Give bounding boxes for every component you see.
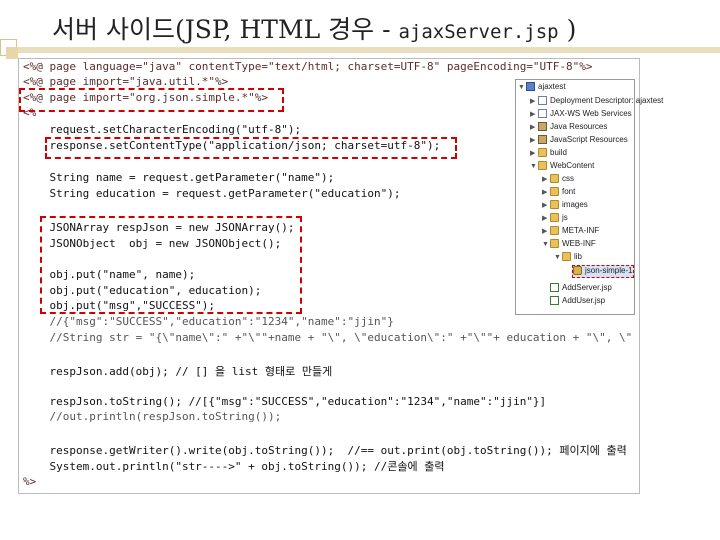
expand-arrow-icon[interactable]: ▶: [542, 175, 550, 183]
expand-arrow-icon[interactable]: ▼: [530, 163, 538, 170]
code-line: //out.println(respJson.toString());: [23, 410, 282, 423]
expand-arrow-icon[interactable]: ▶: [530, 149, 538, 157]
folder-icon: [550, 213, 559, 223]
tree-item-adduser-jsp[interactable]: AddUser.jsp: [550, 296, 605, 309]
slide-title: 서버 사이드(JSP, HTML 경우 - ajaxServer.jsp ): [52, 10, 576, 46]
code-line: request.setCharacterEncoding("utf-8");: [23, 123, 302, 136]
tree-item-label: AddServer.jsp: [562, 283, 612, 292]
title-underline-bar: [18, 47, 720, 53]
code-line: //String str = "{\"name\":" +"\""+name +…: [23, 331, 633, 344]
code-line: System.out.println("str---->" + obj.toSt…: [23, 460, 445, 473]
highlight-json-import: [19, 88, 284, 112]
tree-item-label: lib: [574, 252, 583, 261]
folder-icon: [550, 226, 559, 236]
code-line: String education = request.getParameter(…: [23, 187, 401, 200]
slide-title-close: ): [558, 15, 577, 44]
expand-arrow-icon[interactable]: ▶: [542, 188, 550, 196]
tree-item-jaxws[interactable]: ▶ JAX-WS Web Services: [530, 109, 632, 122]
tree-item-javascript-resources[interactable]: ▶ JavaScript Resources: [530, 135, 628, 148]
expand-arrow-icon[interactable]: ▼: [542, 241, 550, 248]
expand-arrow-icon[interactable]: ▶: [542, 214, 550, 222]
title-decoration-square-filled: [6, 47, 18, 59]
tree-item-label: WebContent: [550, 161, 595, 170]
tree-item-meta-inf[interactable]: ▶ META-INF: [542, 226, 599, 239]
jsp-icon: [550, 296, 559, 306]
folder-icon: [538, 161, 547, 171]
code-line: String name = request.getParameter("name…: [23, 171, 335, 184]
tree-item-label: css: [562, 174, 574, 183]
tree-item-label: build: [550, 148, 567, 157]
tree-item-webcontent[interactable]: ▼ WebContent: [530, 161, 594, 174]
expand-arrow-icon[interactable]: ▶: [542, 227, 550, 235]
tree-item-lib[interactable]: ▼ lib: [554, 252, 582, 265]
project-explorer: ▼ ajaxtest ▶ Deployment Descriptor: ajaxte…: [515, 79, 663, 315]
code-line: respJson.add(obj); // [] 을 list 형태로 만들게: [23, 365, 333, 378]
jar-icon: [573, 266, 582, 276]
tree-item-json-simple-jar[interactable]: json-simple-1.1.1.jar: [572, 265, 634, 278]
slide-title-filename: ajaxServer.jsp: [398, 21, 559, 43]
tree-item-css[interactable]: ▶ css: [542, 174, 574, 187]
code-line: <%@ page import="java.util.*"%>: [23, 75, 229, 88]
folder-icon: [550, 239, 559, 249]
tree-item-label: images: [562, 200, 588, 209]
tree-item-label: META-INF: [562, 226, 600, 235]
tree-item-label: WEB-INF: [562, 239, 596, 248]
expand-arrow-icon[interactable]: ▶: [542, 201, 550, 209]
expand-arrow-icon[interactable]: ▶: [530, 110, 538, 118]
code-line: //{"msg":"SUCCESS","education":"1234","n…: [23, 315, 394, 328]
tree-item-label: JavaScript Resources: [550, 135, 628, 144]
highlight-content-type: [45, 137, 457, 159]
tree-item-project[interactable]: ▼ ajaxtest: [518, 82, 566, 95]
tree-item-label: Java Resources: [550, 122, 608, 131]
tree-item-web-inf[interactable]: ▼ WEB-INF: [542, 239, 596, 252]
tree-item-label: JAX-WS Web Services: [550, 109, 632, 118]
expand-arrow-icon[interactable]: ▶: [530, 97, 538, 105]
expand-arrow-icon[interactable]: ▼: [518, 84, 526, 91]
expand-arrow-icon[interactable]: ▶: [530, 123, 538, 131]
project-icon: [526, 82, 535, 92]
tree-item-label: js: [562, 213, 568, 222]
tree-item-images[interactable]: ▶ images: [542, 200, 588, 213]
code-line: respJson.toString(); //[{"msg":"SUCCESS"…: [23, 395, 547, 408]
code-line: %>: [23, 475, 37, 488]
tree-item-addserver-jsp[interactable]: AddServer.jsp: [550, 283, 612, 296]
file-icon: [538, 96, 547, 106]
tree-item-deployment-descriptor[interactable]: ▶ Deployment Descriptor: ajaxtest: [530, 96, 663, 109]
tree-item-label: font: [562, 187, 576, 196]
tree-item-label: AddUser.jsp: [562, 296, 606, 305]
jsp-icon: [550, 283, 559, 293]
folder-icon: [538, 148, 547, 158]
folder-icon: [562, 252, 571, 262]
tree-item-label: ajaxtest: [538, 82, 566, 91]
expand-arrow-icon[interactable]: ▼: [554, 254, 562, 261]
highlight-json-object-build: [40, 216, 302, 314]
code-line: <%@ page language="java" contentType="te…: [23, 60, 593, 73]
lib-icon: [538, 135, 547, 145]
expand-arrow-icon[interactable]: ▶: [530, 136, 538, 144]
tree-item-build[interactable]: ▶ build: [530, 148, 567, 161]
folder-icon: [550, 187, 559, 197]
slide-title-main: 서버 사이드(JSP, HTML 경우 -: [52, 15, 399, 44]
tree-item-font[interactable]: ▶ font: [542, 187, 575, 200]
file-icon: [538, 109, 547, 119]
code-line: response.getWriter().write(obj.toString(…: [23, 444, 627, 457]
tree-item-label: Deployment Descriptor: ajaxtest: [550, 96, 664, 105]
tree-item-js[interactable]: ▶ js: [542, 213, 568, 226]
tree-item-java-resources[interactable]: ▶ Java Resources: [530, 122, 607, 135]
tree-item-label: json-simple-1.1.1.jar: [585, 266, 633, 275]
folder-icon: [550, 174, 559, 184]
lib-icon: [538, 122, 547, 132]
folder-icon: [550, 200, 559, 210]
